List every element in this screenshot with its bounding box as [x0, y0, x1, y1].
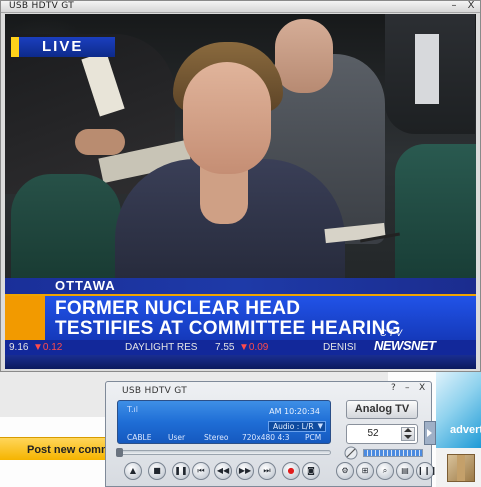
ticker-name-4: DENISI	[323, 342, 357, 353]
panel-minimize-button[interactable]: –	[405, 383, 410, 393]
panel-expand-tab[interactable]	[424, 421, 436, 445]
logo-ctv: CTV	[380, 328, 404, 338]
window-title: USB HDTV GT	[9, 1, 74, 11]
equalizer-button[interactable]: ❙❙❙	[416, 462, 437, 480]
format-label: PCM	[305, 433, 322, 442]
location-label: OTTAWA	[55, 278, 116, 293]
headline-accent	[5, 296, 45, 340]
logo-newsnet: NEWSNET	[374, 338, 436, 353]
analog-tv-button[interactable]: Analog TV	[346, 400, 418, 419]
close-button[interactable]: X	[466, 0, 476, 12]
seek-slider[interactable]	[116, 448, 331, 457]
channel-value: 52	[367, 428, 379, 439]
left-person-hand	[75, 129, 125, 155]
ticker-value-3: 7.55	[215, 342, 235, 353]
ctv-newsnet-logo: CTV NEWSNET	[370, 328, 470, 358]
background-person-shirt	[415, 34, 439, 104]
advertisement-banner[interactable]	[436, 372, 481, 448]
headline-line-1: FORMER NUCLEAR HEAD	[55, 298, 301, 319]
video-display[interactable]: LIVE OTTAWA FORMER NUCLEAR HEAD TESTIFIE…	[5, 14, 476, 369]
stop-button[interactable]: ■	[148, 462, 166, 480]
channel-spin-buttons[interactable]	[401, 427, 415, 441]
status-display: T.ıl AM 10:20:34 Audio : L/R ▼ CABLE Use…	[117, 400, 331, 444]
mute-icon[interactable]	[343, 446, 359, 460]
minimize-button[interactable]: –	[449, 0, 459, 12]
audio-channel-value: Audio : L/R	[273, 422, 314, 431]
ticker-change-3: ▼0.09	[239, 342, 269, 353]
mode-label: User	[168, 433, 186, 442]
help-button[interactable]: ?	[391, 383, 396, 393]
video-window-titlebar[interactable]: USB HDTV GT – X	[1, 0, 480, 13]
record-button[interactable]: ●	[282, 462, 300, 480]
green-chair-right	[395, 144, 476, 294]
resolution-label: 720x480 4:3	[242, 433, 290, 442]
fast-forward-button[interactable]: ▶▶	[236, 462, 254, 480]
ticker-name-2: DAYLIGHT RES	[125, 342, 198, 353]
control-panel: USB HDTV GT ? – X T.ıl AM 10:20:34 Audio…	[105, 381, 437, 487]
video-window: USB HDTV GT – X LIVE OTTAWA FORMER NUCLE…	[0, 0, 481, 372]
chevron-down-icon: ▼	[317, 422, 323, 430]
ticker-value-1: 9.16	[9, 342, 29, 353]
skip-back-button[interactable]: ⏮	[192, 462, 210, 480]
package-icon[interactable]	[447, 454, 475, 482]
picture-in-picture-button[interactable]: ⊞	[356, 462, 374, 480]
lower-third-base	[5, 355, 476, 369]
seek-slider-thumb[interactable]	[116, 448, 123, 457]
speaker-face	[183, 62, 271, 174]
pause-button[interactable]: ❚❚	[172, 462, 190, 480]
chevron-down-icon[interactable]	[404, 435, 412, 439]
audio-channel-select[interactable]: Audio : L/R ▼	[268, 421, 326, 432]
headline-line-2: TESTIFIES AT COMMITTEE HEARING	[55, 318, 401, 339]
eject-button[interactable]: ▲	[124, 462, 142, 480]
source-label: CABLE	[127, 433, 152, 442]
sound-label: Stereo	[204, 433, 229, 442]
list-button[interactable]: ▤	[396, 462, 414, 480]
control-panel-title: USB HDTV GT	[122, 386, 187, 396]
chevron-up-icon[interactable]	[404, 428, 412, 432]
signal-strength-icon: T.ıl	[127, 405, 138, 414]
advertisement-text: adverti	[450, 424, 481, 436]
green-chair-left	[11, 174, 121, 294]
live-label: LIVE	[42, 38, 84, 55]
settings-button[interactable]: ⚙	[336, 462, 354, 480]
snapshot-button[interactable]: ◙	[302, 462, 320, 480]
clock-readout: AM 10:20:34	[269, 407, 320, 416]
panel-close-button[interactable]: X	[419, 383, 425, 393]
zoom-button[interactable]: ⌕	[376, 462, 394, 480]
skip-forward-button[interactable]: ⏭	[258, 462, 276, 480]
seated-man-head	[275, 19, 333, 93]
ticker-change-1: ▼0.12	[33, 342, 63, 353]
volume-slider[interactable]	[363, 449, 423, 457]
rewind-button[interactable]: ◀◀	[214, 462, 232, 480]
channel-stepper[interactable]: 52	[346, 424, 418, 444]
